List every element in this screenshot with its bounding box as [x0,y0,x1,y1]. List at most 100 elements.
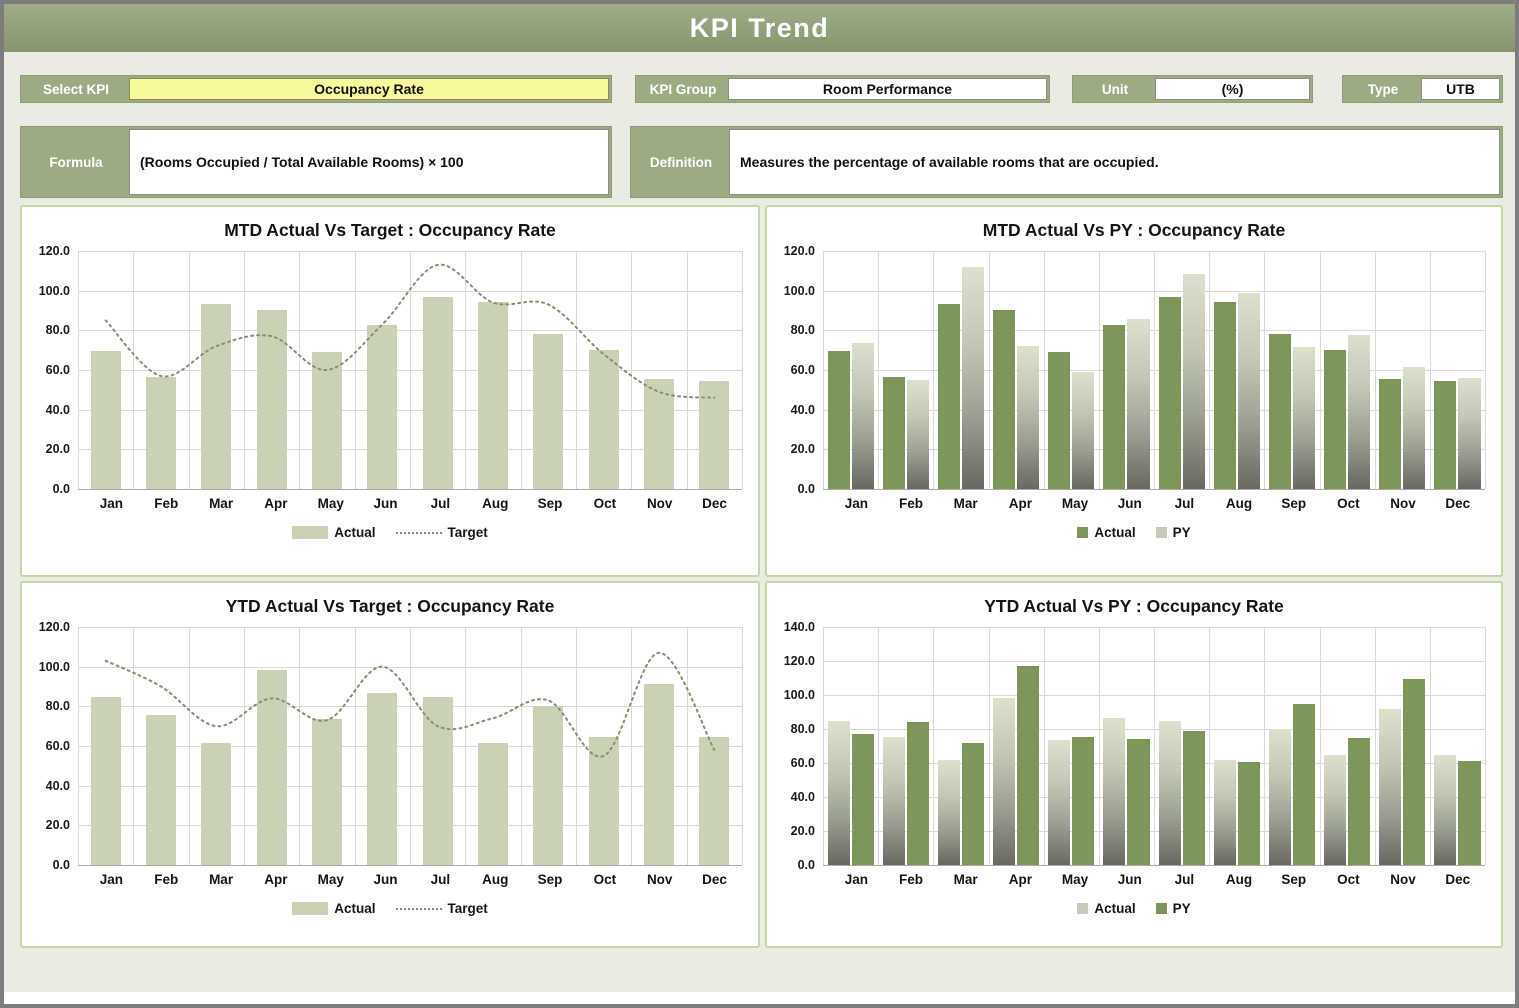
bar-py-apr [1017,346,1039,489]
bar-actual-nov [1379,379,1401,489]
legend-label: Actual [334,525,375,540]
h-gridline [823,489,1485,490]
x-tick-label: Sep [1266,872,1321,887]
v-gridline [1485,251,1486,489]
y-tick-label: 80.0 [46,323,70,337]
category-cell [1430,251,1485,489]
y-tick-label: 100.0 [784,284,815,298]
y-tick-label: 100.0 [39,660,70,674]
x-tick-label: Dec [1430,872,1485,887]
bar-series [823,251,1485,489]
y-tick-label: 80.0 [791,722,815,736]
legend-label: Actual [1094,901,1135,916]
page-title: KPI Trend [690,13,830,44]
type-control: Type UTB [1342,75,1503,103]
x-tick-label: Oct [1321,496,1376,511]
bar-actual-may [1048,740,1070,865]
x-tick-label: Mar [938,496,993,511]
x-tick-label: Sep [1266,496,1321,511]
category-cell [1375,251,1430,489]
category-cell [1044,251,1099,489]
kpi-group-label: KPI Group [638,78,728,100]
plot [823,251,1485,489]
bottom-margin-strip [4,992,1515,1004]
bar-actual-mar [938,304,960,489]
category-cell [989,627,1044,865]
x-tick-label: Mar [938,872,993,887]
chart-ytd-actual-vs-target: YTD Actual Vs Target : Occupancy Rate 12… [20,581,760,948]
bar-py-aug [1238,762,1260,865]
bar-actual-jan [828,351,850,489]
bar-swatch [1077,527,1088,538]
legend-label: Target [448,525,488,540]
chart-plot-area: 140.0120.0100.080.060.040.020.00.0 [767,617,1501,865]
y-tick-label: 20.0 [791,442,815,456]
x-tick-label: Aug [468,872,523,887]
x-tick-label: Oct [1321,872,1376,887]
bar-py-feb [907,722,929,865]
x-tick-label: Aug [1212,496,1267,511]
y-tick-label: 60.0 [46,363,70,377]
x-tick-label: Dec [1430,496,1485,511]
bar-py-sep [1293,347,1315,489]
x-tick-label: Feb [139,872,194,887]
x-tick-label: Apr [248,496,303,511]
x-tick-label: Jan [829,496,884,511]
category-cell [933,627,988,865]
y-tick-label: 60.0 [791,363,815,377]
bar-actual-mar [938,760,960,865]
category-cell [1099,627,1154,865]
select-kpi-dropdown[interactable]: Occupancy Rate [129,78,609,100]
type-label: Type [1345,78,1421,100]
bar-py-jun [1127,739,1149,865]
x-tick-label: Jan [84,496,139,511]
unit-value: (%) [1155,78,1310,100]
legend-label: PY [1173,901,1191,916]
chart-title: MTD Actual Vs PY : Occupancy Rate [767,220,1501,241]
x-tick-label: Nov [632,496,687,511]
y-tick-label: 0.0 [53,858,70,872]
y-tick-label: 20.0 [791,824,815,838]
y-tick-label: 0.0 [798,482,815,496]
y-tick-label: 120.0 [39,620,70,634]
category-cell [823,627,878,865]
x-tick-label: May [1048,872,1103,887]
formula-label: Formula [23,129,129,195]
category-cell [1044,627,1099,865]
legend-item-py: PY [1156,901,1191,916]
legend-label: Actual [1094,525,1135,540]
chart-plot-area: 120.0100.080.060.040.020.00.0 [22,241,758,489]
bar-py-aug [1238,293,1260,489]
category-cell [1430,627,1485,865]
x-tick-label: Dec [687,496,742,511]
bar-py-nov [1403,367,1425,489]
plot [78,251,742,489]
bar-actual-aug [1214,760,1236,865]
plot [78,627,742,865]
category-cell [1209,251,1264,489]
category-cell [1154,627,1209,865]
category-cell [933,251,988,489]
legend-item-actual: Actual [292,525,375,540]
category-cell [1154,251,1209,489]
definition-label: Definition [633,129,729,195]
legend-label: PY [1173,525,1191,540]
y-tick-label: 0.0 [53,482,70,496]
bar-actual-feb [883,737,905,865]
bar-actual-may [1048,352,1070,489]
y-tick-label: 20.0 [46,818,70,832]
dashboard-frame: KPI Trend Select KPI Occupancy Rate KPI … [0,0,1519,1008]
x-tick-label: May [1048,496,1103,511]
bar-actual-feb [883,377,905,489]
bar-py-jul [1183,731,1205,865]
bar-swatch [292,902,328,915]
bar-actual-oct [1324,350,1346,489]
y-tick-label: 120.0 [784,244,815,258]
chart-mtd-actual-vs-target: MTD Actual Vs Target : Occupancy Rate 12… [20,205,760,577]
category-cell [823,251,878,489]
y-tick-label: 40.0 [791,403,815,417]
y-tick-label: 40.0 [791,790,815,804]
category-cell [1375,627,1430,865]
y-tick-label: 60.0 [46,739,70,753]
chart-legend: Actual Target [22,525,758,540]
